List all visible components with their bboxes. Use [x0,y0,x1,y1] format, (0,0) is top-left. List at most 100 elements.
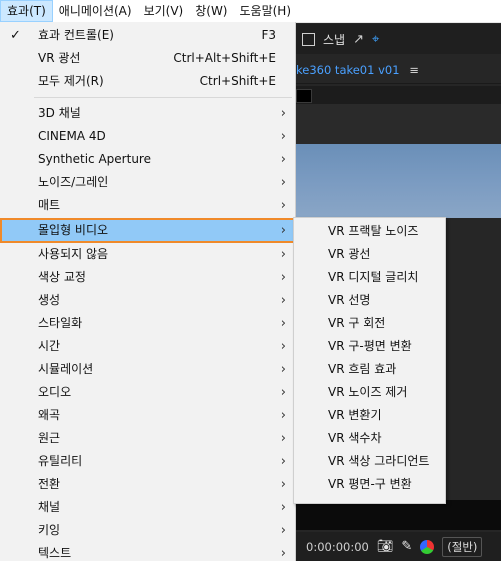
menu-item-synthetic-aperture[interactable]: Synthetic Aperture › [0,148,295,171]
effects-menu: ✓ 효과 컨트롤(E) F3 VR 광선 Ctrl+Alt+Shift+E 모두… [0,22,296,561]
submenu-item-vr-digital-glitch[interactable]: VR 디지털 글리치 [294,266,445,289]
submenu-item-vr-fractal-noise[interactable]: VR 프랙탈 노이즈 [294,220,445,243]
composition-subbar [296,86,501,104]
chevron-right-icon: › [280,408,286,423]
color-picker-icon[interactable]: ✎ [401,539,412,554]
chevron-right-icon: › [280,129,286,144]
menu-item-immersive-video[interactable]: 몰입형 비디오 › [0,218,295,243]
viewer-footer: 0:00:00:00 📷︎ ✎ (절반) [296,532,501,561]
menu-view[interactable]: 보기(V) [138,0,190,22]
chevron-right-icon: › [280,198,286,213]
viewer-lower-area [296,500,501,530]
menu-window[interactable]: 창(W) [189,0,233,22]
chevron-right-icon: › [280,523,286,538]
submenu-item-label: VR 선명 [328,293,371,307]
viewer-top-area [296,104,501,144]
submenu-item-vr-sphere-to-plane[interactable]: VR 구-평면 변환 [294,335,445,358]
submenu-item-label: VR 평면-구 변환 [328,477,412,491]
menu-item-matte[interactable]: 매트 › [0,194,295,217]
menu-item-noise-grain[interactable]: 노이즈/그레인 › [0,171,295,194]
chevron-right-icon: › [280,152,286,167]
menu-help[interactable]: 도움말(H) [234,0,298,22]
menu-item-label: 시뮬레이션 [38,362,94,376]
menu-item-label: 3D 채널 [38,106,81,120]
submenu-item-vr-rotate-sphere[interactable]: VR 구 회전 [294,312,445,335]
submenu-item-vr-blur[interactable]: VR 흐림 효과 [294,358,445,381]
submenu-item-label: VR 구-평면 변환 [328,339,412,353]
menu-item-label: 키잉 [38,523,61,537]
menu-item-utility[interactable]: 유틸리티 › [0,450,295,473]
menu-item-label: 오디오 [38,385,72,399]
timecode[interactable]: 0:00:00:00 [306,540,369,554]
submenu-item-label: VR 구 회전 [328,316,386,330]
menu-item-vr-rays[interactable]: VR 광선 Ctrl+Alt+Shift+E [0,47,295,70]
submenu-item-label: VR 프랙탈 노이즈 [328,224,419,238]
menu-item-label: 원근 [38,431,61,445]
menu-item-audio[interactable]: 오디오 › [0,381,295,404]
menu-item-label: CINEMA 4D [38,129,106,143]
submenu-item-vr-denoise[interactable]: VR 노이즈 제거 [294,381,445,404]
shortcut-label: Ctrl+Shift+E [199,74,276,88]
snap-label: 스냅 [323,32,346,47]
snap-target-icon[interactable]: ⌖ [372,32,379,47]
menu-item-keying[interactable]: 키잉 › [0,519,295,542]
snap-checkbox[interactable] [302,32,315,46]
menu-item-effect-controls[interactable]: ✓ 효과 컨트롤(E) F3 [0,24,295,47]
menu-item-label: 노이즈/그레인 [38,175,109,189]
menu-item-text[interactable]: 텍스트 › [0,542,295,561]
submenu-item-vr-plane-to-sphere[interactable]: VR 평면-구 변환 [294,473,445,496]
chevron-right-icon: › [280,223,286,238]
chevron-right-icon: › [280,316,286,331]
menu-item-label: 사용되지 않음 [38,247,109,261]
submenu-item-label: VR 색상 그라디언트 [328,454,430,468]
submenu-item-vr-rays[interactable]: VR 광선 [294,243,445,266]
menu-item-simulation[interactable]: 시뮬레이션 › [0,358,295,381]
submenu-item-vr-sharpen[interactable]: VR 선명 [294,289,445,312]
menu-separator [34,97,292,98]
chevron-right-icon: › [280,431,286,446]
chevron-right-icon: › [280,247,286,262]
chevron-right-icon: › [280,546,286,561]
composition-viewer[interactable] [296,144,501,218]
submenu-item-vr-color-gradients[interactable]: VR 색상 그라디언트 [294,450,445,473]
snap-edge-icon[interactable]: ↗ [353,32,364,47]
menu-animation[interactable]: 애니메이션(A) [53,0,138,22]
menu-item-distort[interactable]: 왜곡 › [0,404,295,427]
menu-item-label: 채널 [38,500,61,514]
menu-item-cinema-4d[interactable]: CINEMA 4D › [0,125,295,148]
tab-menu-icon[interactable]: ≡ [409,63,419,77]
menu-item-time[interactable]: 시간 › [0,335,295,358]
submenu-item-label: VR 흐림 효과 [328,362,397,376]
tools-toolbar: 스냅 ↗ ⌖ [296,24,501,54]
menu-effects[interactable]: 효과(T) [0,0,53,22]
submenu-item-label: VR 디지털 글리치 [328,270,419,284]
submenu-item-label: VR 변환기 [328,408,382,422]
check-icon: ✓ [10,28,21,43]
submenu-item-vr-chromatic-aberration[interactable]: VR 색수차 [294,427,445,450]
menu-item-transition[interactable]: 전환 › [0,473,295,496]
submenu-item-label: VR 노이즈 제거 [328,385,408,399]
menu-item-label: 텍스트 [38,546,72,560]
menu-item-label: Synthetic Aperture [38,152,151,166]
composition-tab[interactable]: ke360 take01 v01 ≡ [296,56,501,84]
menu-item-remove-all[interactable]: 모두 제거(R) Ctrl+Shift+E [0,70,295,93]
menu-item-label: 매트 [38,198,61,212]
camera-icon[interactable]: 📷︎ [377,539,394,554]
chevron-right-icon: › [280,293,286,308]
menu-item-stylize[interactable]: 스타일화 › [0,312,295,335]
menu-item-obsolete[interactable]: 사용되지 않음 › [0,243,295,266]
submenu-item-vr-converter[interactable]: VR 변환기 [294,404,445,427]
menu-item-label: 몰입형 비디오 [38,223,109,237]
menu-item-generate[interactable]: 생성 › [0,289,295,312]
submenu-item-label: VR 색수차 [328,431,382,445]
immersive-video-submenu: VR 프랙탈 노이즈 VR 광선 VR 디지털 글리치 VR 선명 VR 구 회… [293,217,446,504]
menu-item-color-correction[interactable]: 색상 교정 › [0,266,295,289]
resolution-select[interactable]: (절반) [442,536,483,557]
menu-item-perspective[interactable]: 원근 › [0,427,295,450]
rgb-channels-icon[interactable] [420,539,435,554]
menu-item-channel[interactable]: 채널 › [0,496,295,519]
chevron-right-icon: › [280,339,286,354]
menu-item-label: 효과 컨트롤(E) [38,28,114,42]
chevron-right-icon: › [280,362,286,377]
menu-item-3d-channel[interactable]: 3D 채널 › [0,102,295,125]
